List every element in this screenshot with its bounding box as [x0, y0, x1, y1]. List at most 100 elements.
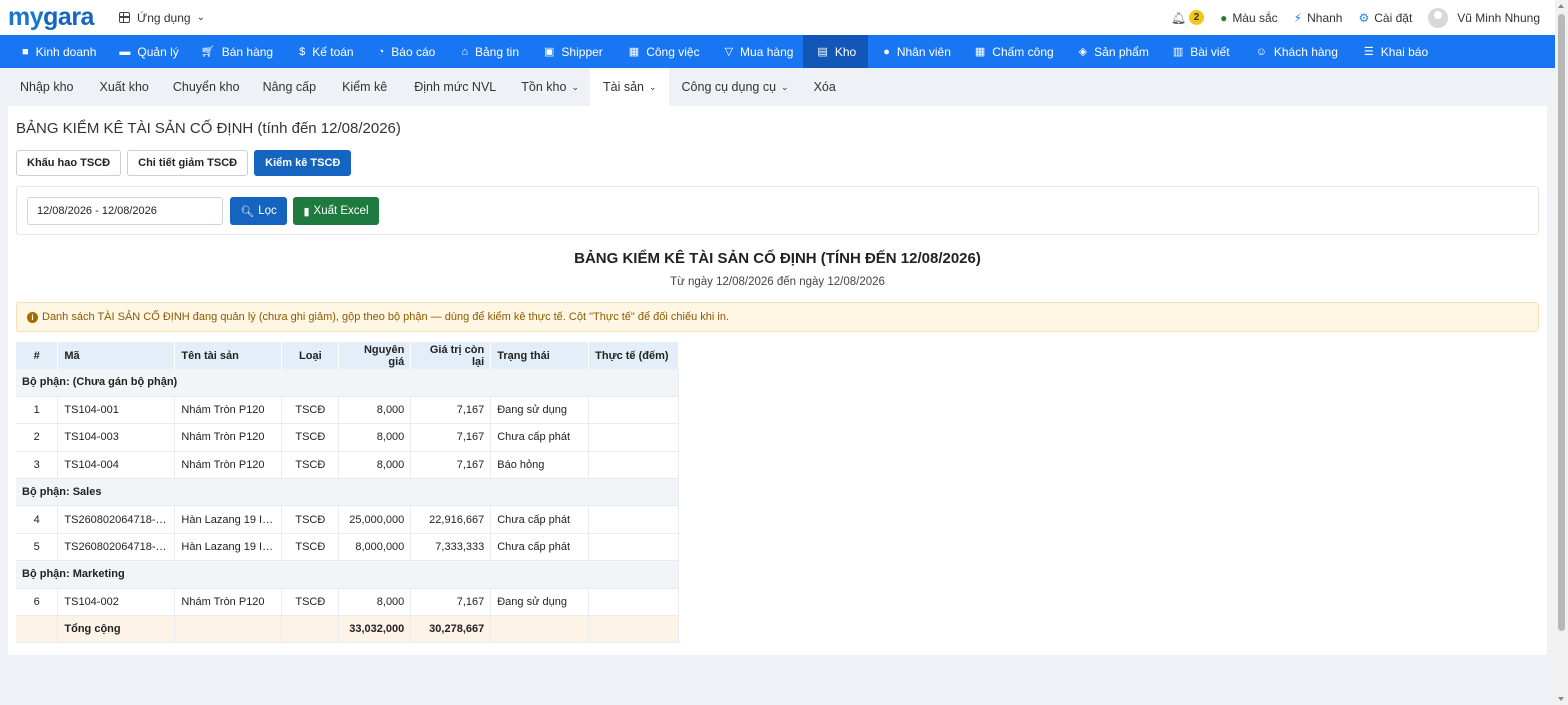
top-bar: mygara Ứng dụng ⌄ 🔔︎ 2 ● Màu sắc ⚡︎ Nhan…	[0, 0, 1555, 35]
nav-mua-hang[interactable]: ▽ Mua hàng	[710, 35, 804, 68]
logo[interactable]: mygara	[8, 0, 94, 35]
tab-nhap-kho[interactable]: Nhập kho	[0, 68, 85, 106]
content-card: BẢNG KIỂM KÊ TÀI SẢN CỐ ĐỊNH (tính đến 1…	[8, 106, 1547, 655]
bell-icon: 🔔︎	[1170, 10, 1187, 25]
user-menu[interactable]: Vũ Minh Nhung	[1428, 7, 1540, 28]
apps-menu[interactable]: Ứng dụng ⌄	[118, 11, 205, 25]
cell-remaining: 22,916,667	[410, 505, 492, 534]
nav-label: Bảng tin	[474, 44, 520, 59]
tab-dinh-muc-nvl[interactable]: Định mức NVL	[398, 68, 507, 106]
logo-my: my	[8, 3, 44, 31]
nav-nhan-vien[interactable]: ● Nhân viên	[868, 35, 961, 68]
nav-cong-viec[interactable]: ▦ Công việc	[613, 35, 710, 68]
scroll-up-arrow-icon[interactable]	[1558, 4, 1564, 8]
export-excel-button[interactable]: ▮ Xuất Excel	[293, 197, 379, 225]
tab-nang-cap[interactable]: Nâng cấp	[251, 68, 328, 106]
id-card-icon: ▬	[119, 45, 131, 58]
notifications-button[interactable]: 🔔︎ 2	[1170, 10, 1205, 25]
bag-icon: ■	[22, 45, 29, 58]
settings-button[interactable]: ⚙︎ Cài đặt	[1358, 11, 1412, 25]
depreciation-button[interactable]: Khấu hao TSCĐ	[16, 150, 122, 176]
col-idx: #	[16, 342, 59, 369]
tab-label: Kiểm kê	[342, 80, 388, 94]
nav-quan-ly[interactable]: ▬ Quản lý	[106, 35, 188, 68]
nav-bai-viet[interactable]: ▥ Bài viết	[1159, 35, 1240, 68]
nav-kho[interactable]: ▤ Kho	[803, 35, 869, 68]
tab-cong-cu-dung-cu[interactable]: Công cụ dụng cụ ⌄	[669, 68, 800, 106]
tab-ton-kho[interactable]: Tồn kho ⌄	[507, 68, 590, 106]
cell-status: Đang sử dụng	[490, 588, 590, 617]
inventory-button[interactable]: Kiểm kê TSCĐ	[254, 150, 352, 176]
nav-bao-cao[interactable]: ◔ Báo cáo	[364, 35, 446, 68]
chevron-down-icon: ⌄	[196, 12, 205, 23]
nav-label: Khai báo	[1380, 44, 1429, 59]
nav-khai-bao[interactable]: ☰ Khai báo	[1348, 35, 1438, 68]
cell-idx	[16, 615, 59, 644]
table-row: 4 TS260802064718-0... Hàn Lazang 19 In..…	[16, 505, 679, 534]
group-row: Bộ phận: Sales	[16, 478, 679, 507]
scroll-down-arrow-icon[interactable]	[1558, 697, 1564, 701]
total-label: Tổng cộng	[57, 615, 176, 644]
smile-icon: ☺	[1255, 45, 1267, 58]
notification-badge: 2	[1189, 10, 1205, 25]
tab-label: Công cụ dụng cụ	[681, 80, 777, 94]
cell-actual	[588, 396, 679, 425]
nav-label: Quản lý	[137, 44, 179, 59]
tab-label: Xuất kho	[99, 80, 149, 94]
tab-label: Nâng cấp	[262, 80, 317, 94]
nav-cham-cong[interactable]: ▦ Chấm công	[961, 35, 1064, 68]
tab-xoa[interactable]: Xóa	[800, 68, 847, 106]
cell-cost: 8,000	[338, 396, 412, 425]
scroll-thumb[interactable]	[1558, 14, 1565, 631]
nav-bang-tin[interactable]: ⌂ Bảng tin	[445, 35, 529, 68]
nav-label: Kho	[834, 44, 857, 59]
nav-ban-hang[interactable]: 🛒︎ Bán hàng	[189, 35, 283, 68]
box-icon: ◈	[1078, 46, 1088, 58]
report-subtitle: Từ ngày 12/08/2026 đến ngày 12/08/2026	[670, 276, 885, 288]
theme-button[interactable]: ● Màu sắc	[1220, 11, 1278, 25]
nav-khach-hang[interactable]: ☺ Khách hàng	[1240, 35, 1348, 68]
reduction-detail-button[interactable]: Chi tiết giảm TSCĐ	[127, 150, 249, 176]
cell-code: TS260802064718-0...	[57, 533, 176, 562]
tab-label: Nhập kho	[20, 80, 74, 94]
nav-kinh-doanh[interactable]: ■ Kinh doanh	[0, 35, 106, 68]
basket-icon: ▽	[724, 46, 734, 58]
warehouse-icon: ▤	[817, 46, 828, 58]
calendar-check-icon: ▦	[974, 46, 986, 58]
cell-code: TS104-002	[57, 588, 176, 617]
logo-gara: gara	[43, 3, 94, 31]
table-row: 6 TS104-002 Nhám Tròn P120 TSCĐ 8,000 7,…	[16, 588, 679, 617]
cell-name: Hàn Lazang 19 In...	[174, 533, 283, 562]
date-range-input[interactable]: 12/08/2026 - 12/08/2026	[27, 197, 223, 225]
tab-chuyen-kho[interactable]: Chuyển kho	[160, 68, 251, 106]
tab-label: Chuyển kho	[172, 80, 240, 94]
tab-kiem-ke[interactable]: Kiểm kê	[327, 68, 398, 106]
cell-name: Hàn Lazang 19 In...	[174, 505, 283, 534]
quick-button[interactable]: ⚡︎ Nhanh	[1294, 11, 1343, 25]
nav-ke-toan[interactable]: $ Kế toán	[283, 35, 364, 68]
nav-label: Bài viết	[1190, 44, 1230, 59]
cell-idx: 5	[16, 533, 59, 562]
cell-remaining: 7,333,333	[410, 533, 492, 562]
nav-san-pham[interactable]: ◈ Sản phẩm	[1064, 35, 1159, 68]
cell-status: Báo hỏng	[490, 451, 590, 480]
tab-label: Tài sản	[602, 80, 644, 94]
nav-label: Khách hàng	[1273, 44, 1338, 59]
search-icon: 🔍︎	[240, 205, 255, 218]
vertical-scrollbar[interactable]	[1555, 0, 1568, 705]
cell-cost: 8,000,000	[338, 533, 412, 562]
nav-shipper[interactable]: ▣ Shipper	[529, 35, 613, 68]
cell-status	[490, 615, 590, 644]
apps-grid-icon	[118, 12, 130, 23]
cell-actual	[588, 588, 679, 617]
col-cost: Nguyên giá	[338, 342, 412, 369]
cell-name: Nhám Tròn P120	[174, 423, 283, 452]
nav-label: Báo cáo	[391, 44, 436, 59]
filter-button[interactable]: 🔍︎ Lọc	[230, 197, 287, 225]
tab-tai-san[interactable]: Tài sản ⌄	[589, 68, 669, 106]
cell-idx: 4	[16, 505, 59, 534]
cell-status: Đang sử dụng	[490, 396, 590, 425]
cell-type: TSCĐ	[281, 533, 340, 562]
cell-cost: 8,000	[338, 451, 412, 480]
tab-xuat-kho[interactable]: Xuất kho	[85, 68, 160, 106]
